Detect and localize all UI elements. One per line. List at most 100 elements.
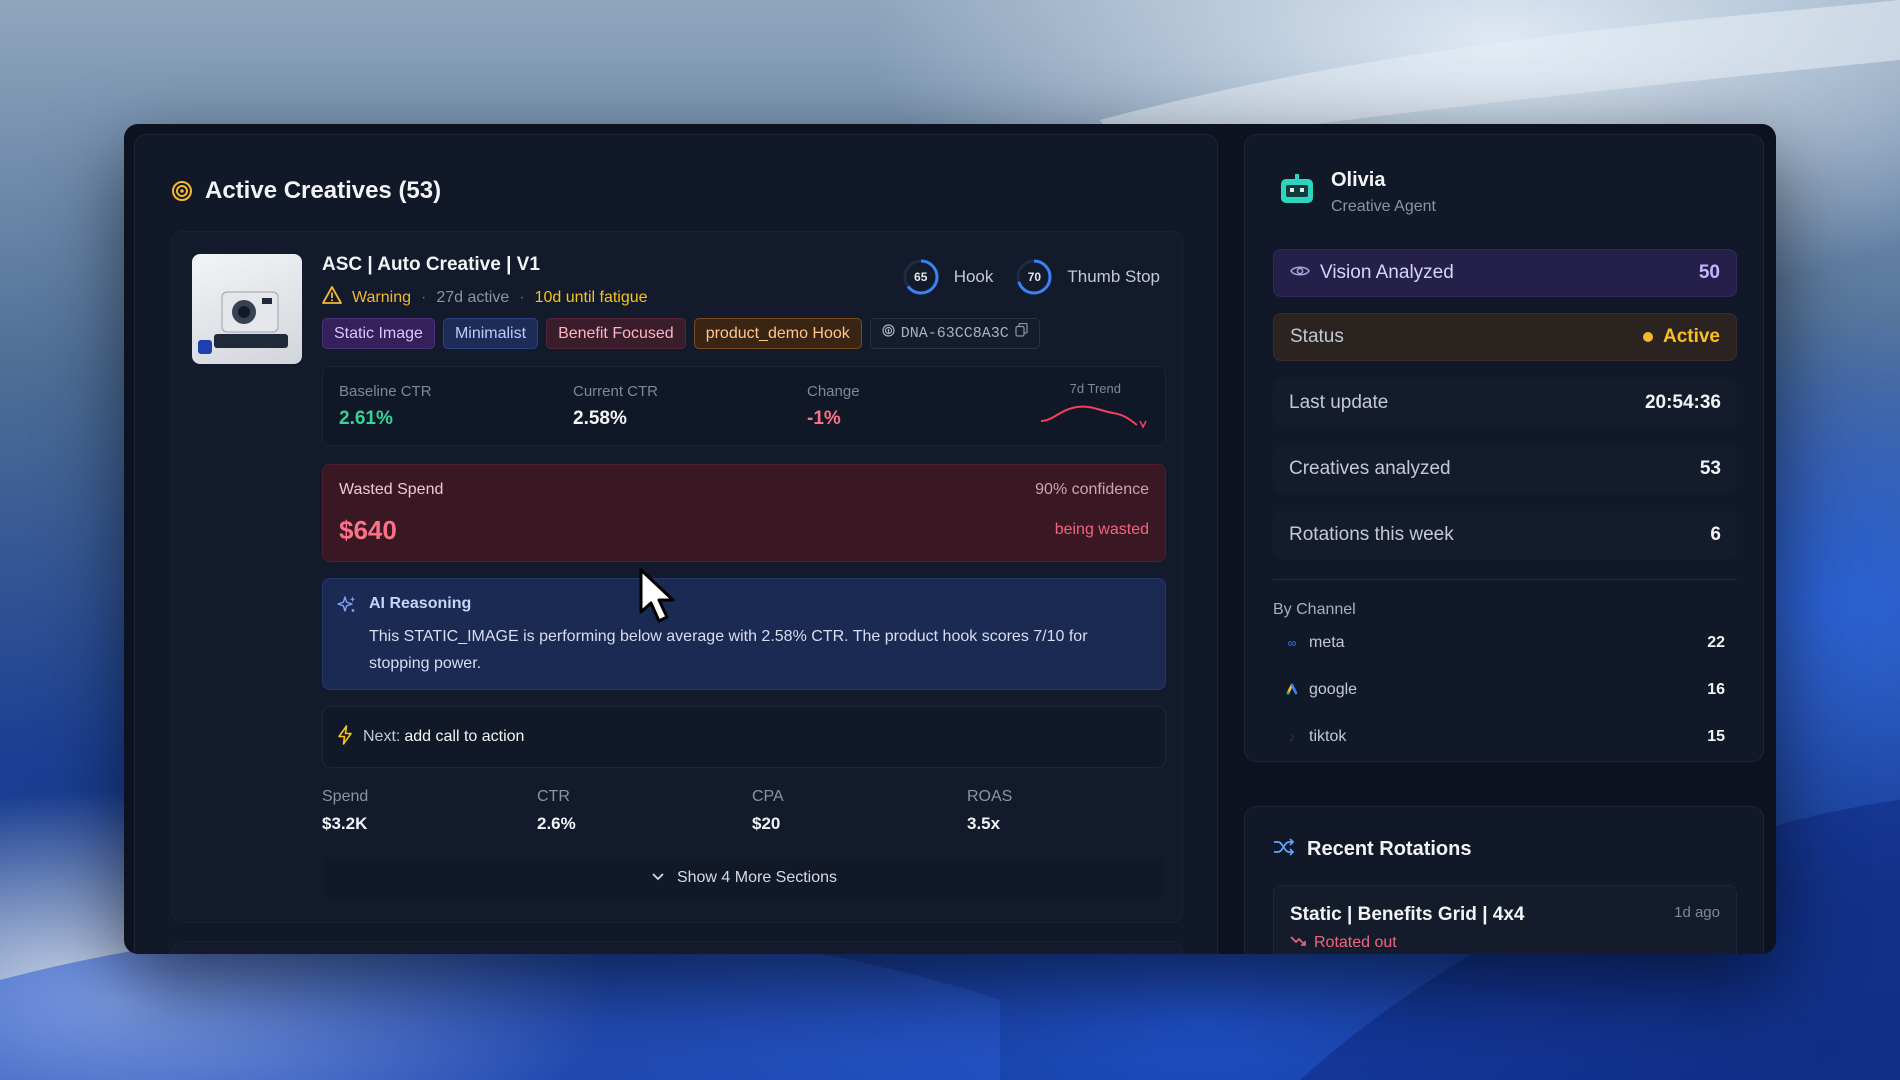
shuffle-icon	[1273, 837, 1295, 862]
metric-label: CTR	[537, 788, 570, 805]
last-update-row: Last update 20:54:36	[1273, 379, 1737, 427]
channel-count: 16	[1707, 681, 1725, 698]
trend-label: 7d Trend	[1069, 381, 1121, 396]
chevron-down-icon	[651, 869, 665, 887]
lightning-icon	[337, 724, 353, 750]
last-update-label: Last update	[1289, 392, 1389, 413]
agent-header: Olivia Creative Agent	[1279, 169, 1436, 216]
recent-rotations-header: Recent Rotations	[1273, 837, 1471, 862]
channel-count: 22	[1707, 634, 1725, 651]
channel-row-tiktok: ♪ tiktok 15	[1285, 723, 1725, 751]
metric-value: 2.6%	[537, 814, 576, 833]
creative-thumbnail[interactable]	[192, 254, 302, 364]
metric-label: Spend	[322, 788, 369, 805]
mouse-cursor-icon	[638, 568, 678, 629]
rotation-name: Static | Benefits Grid | 4x4	[1290, 904, 1525, 925]
baseline-ctr-label: Baseline CTR	[339, 383, 432, 400]
active-creatives-panel: Active Creatives (53) ASC | Auto Creativ…	[134, 134, 1218, 954]
next-action[interactable]: Next: add call to action	[322, 706, 1166, 768]
baseline-ctr-value: 2.61%	[339, 408, 393, 429]
hook-score-ring: 65	[902, 258, 940, 296]
tag-style[interactable]: Minimalist	[442, 318, 539, 349]
rotation-time: 1d ago	[1674, 904, 1720, 921]
status-value: Active	[1642, 326, 1720, 348]
recent-rotations-panel: Recent Rotations Static | Benefits Grid …	[1244, 806, 1764, 954]
app-window: Active Creatives (53) ASC | Auto Creativ…	[124, 124, 1776, 954]
trending-down-icon	[1290, 934, 1306, 952]
channel-count: 15	[1707, 728, 1725, 745]
thumb-stop-score: 70	[1027, 270, 1042, 284]
vision-analyzed-row: Vision Analyzed 50	[1273, 249, 1737, 297]
thumb-stop-score-ring: 70	[1015, 258, 1053, 296]
tag-angle[interactable]: Benefit Focused	[546, 318, 686, 349]
rotations-week-row: Rotations this week 6	[1273, 511, 1737, 559]
fingerprint-icon	[882, 319, 895, 348]
metric-roas: ROAS 3.5x	[967, 788, 1182, 834]
fatigue-countdown: 10d until fatigue	[534, 288, 648, 306]
show-more-sections-button[interactable]: Show 4 More Sections	[322, 858, 1166, 898]
meta-icon: ∞	[1287, 636, 1297, 650]
creative-status-row: Warning · 27d active · 10d until fatigue	[322, 286, 648, 309]
trend-sparkline	[1040, 405, 1147, 429]
google-ads-icon	[1285, 683, 1299, 698]
rotation-state-text: Rotated out	[1314, 934, 1397, 951]
separator-dot: ·	[420, 288, 427, 306]
separator-dot: ·	[519, 288, 525, 306]
hook-label: Hook	[953, 267, 994, 286]
wasted-note: being wasted	[1054, 521, 1149, 538]
wasted-spend-amount: $640	[339, 515, 397, 545]
creative-scores: 65 Hook 70 Thumb Stop	[902, 258, 1160, 296]
tag-hook[interactable]: product_demo Hook	[693, 318, 862, 349]
channel-row-google: google 16	[1285, 676, 1725, 704]
target-icon	[171, 180, 193, 202]
tiktok-icon: ♪	[1289, 730, 1295, 744]
current-ctr-label: Current CTR	[573, 383, 659, 400]
wasted-spend-label: Wasted Spend	[339, 481, 444, 498]
agent-name: Olivia	[1331, 169, 1386, 191]
metric-value: 3.5x	[967, 814, 1001, 833]
warning-icon	[322, 286, 342, 309]
active-days: 27d active	[436, 288, 510, 306]
creative-tags: Static Image Minimalist Benefit Focused …	[322, 318, 1040, 349]
dna-tag[interactable]: DNA-63CC8A3C	[869, 318, 1040, 349]
next-action-label: Next:	[363, 728, 401, 745]
last-update-value: 20:54:36	[1644, 392, 1721, 413]
tag-format[interactable]: Static Image	[322, 318, 435, 349]
next-action-value: add call to action	[404, 728, 525, 745]
ctr-change: Change -1%	[807, 383, 860, 430]
eye-icon	[1290, 262, 1310, 284]
metric-cpa: CPA $20	[752, 788, 967, 834]
agent-status-row: Status Active	[1273, 313, 1737, 361]
divider	[1273, 579, 1737, 580]
recent-rotations-title: Recent Rotations	[1307, 838, 1472, 860]
creatives-title: Active Creatives (53)	[205, 177, 442, 204]
creatives-analyzed-value: 53	[1699, 458, 1721, 479]
agent-role: Creative Agent	[1331, 198, 1436, 215]
ai-reasoning-label: AI Reasoning	[369, 595, 472, 612]
show-more-label: Show 4 More Sections	[676, 869, 838, 886]
creative-card[interactable]	[171, 941, 1183, 954]
vision-analyzed-value: 50	[1698, 262, 1720, 283]
hook-score: 65	[914, 270, 928, 284]
dna-id: DNA-63CC8A3C	[900, 325, 1009, 342]
ctr-summary: Baseline CTR 2.61% Current CTR 2.58% Cha…	[322, 366, 1166, 446]
ai-reasoning-box: AI Reasoning This STATIC_IMAGE is perfor…	[322, 578, 1166, 690]
status-label: Status	[1290, 326, 1344, 347]
agent-panel: Olivia Creative Agent Vision Analyzed 50…	[1244, 134, 1764, 762]
metric-value: $3.2K	[322, 814, 368, 833]
wasted-spend-box: Wasted Spend $640 90% confidence being w…	[322, 464, 1166, 562]
creative-title[interactable]: ASC | Auto Creative | V1	[322, 254, 540, 276]
rotation-item[interactable]: Static | Benefits Grid | 4x4 1d ago Rota…	[1273, 885, 1737, 954]
status-warning: Warning	[352, 288, 411, 306]
rotations-week-label: Rotations this week	[1289, 524, 1454, 545]
rotations-week-value: 6	[1710, 524, 1721, 545]
copy-icon[interactable]	[1015, 319, 1028, 348]
metric-label: ROAS	[967, 788, 1013, 805]
current-ctr-value: 2.58%	[573, 408, 627, 429]
metric-label: CPA	[752, 788, 784, 805]
by-channel-label: By Channel	[1273, 601, 1356, 618]
creatives-analyzed-row: Creatives analyzed 53	[1273, 445, 1737, 493]
ctr-change-label: Change	[807, 383, 860, 400]
robot-avatar-icon	[1279, 173, 1315, 205]
metric-value: $20	[752, 814, 781, 833]
